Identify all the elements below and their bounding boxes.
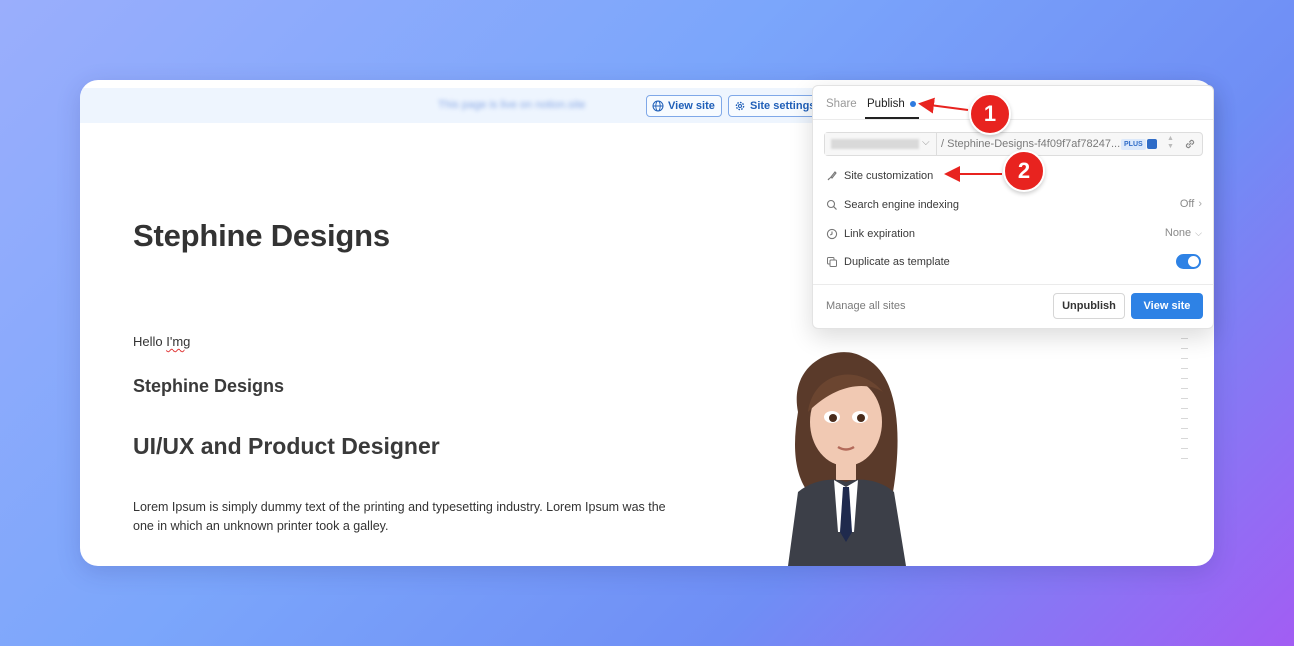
stepper-icon[interactable]: ▲ ▼ — [1167, 135, 1174, 151]
url-slug: / Stephine-Designs-f4f09f7af78247... — [941, 138, 1121, 150]
site-settings-label: Site settings — [750, 100, 816, 112]
page-title: Stephine Designs — [133, 218, 390, 253]
duplicate-template-row[interactable]: Duplicate as template — [826, 253, 1202, 271]
domain-selector[interactable]: ⌵ — [825, 133, 937, 155]
role-heading: UI/UX and Product Designer — [133, 433, 440, 459]
tab-publish[interactable]: Publish — [867, 98, 905, 110]
chevron-down-icon: ⌵ — [1195, 227, 1202, 238]
duplicate-template-label: Duplicate as template — [844, 256, 950, 268]
link-expiration-row[interactable]: Link expiration None ⌵ — [826, 225, 1202, 243]
view-site-label: View site — [668, 100, 715, 112]
redacted-domain — [831, 139, 919, 149]
external-link-icon[interactable] — [1147, 139, 1157, 149]
body-paragraph: Lorem Ipsum is simply dummy text of the … — [133, 500, 666, 533]
search-indexing-label: Search engine indexing — [844, 199, 959, 211]
clock-icon — [826, 228, 838, 240]
chevron-down-icon: ⌵ — [922, 137, 930, 148]
globe-icon — [652, 100, 664, 112]
hello-prefix: Hello — [133, 334, 167, 349]
duplicate-template-toggle[interactable] — [1176, 254, 1201, 269]
callout-step-2: 2 — [1003, 150, 1045, 192]
callout-step-1: 1 — [969, 93, 1011, 135]
publish-notice: This page is live on notion.site — [438, 99, 586, 111]
publish-panel: Share Publish ⌵ / Stephine-Designs-f4f09… — [812, 85, 1214, 329]
avatar-illustration — [788, 352, 906, 566]
tab-share[interactable]: Share — [826, 98, 857, 110]
panel-footer-divider — [813, 284, 1213, 285]
plus-badge: PLUS — [1121, 139, 1146, 150]
scroll-ticks — [1181, 338, 1191, 468]
hello-line: Hello I'mg — [133, 334, 190, 349]
gear-icon — [735, 101, 745, 111]
link-expiration-value: None ⌵ — [1164, 227, 1202, 239]
unpublish-button[interactable]: Unpublish — [1053, 293, 1125, 319]
copy-link-icon[interactable] — [1183, 137, 1197, 151]
search-indexing-row[interactable]: Search engine indexing Off › — [826, 196, 1202, 214]
published-status-dot — [910, 101, 916, 107]
search-indexing-value: Off › — [1179, 198, 1202, 210]
manage-all-sites-link[interactable]: Manage all sites — [826, 300, 906, 312]
subtitle: Stephine Designs — [133, 376, 285, 396]
site-customization-label: Site customization — [844, 170, 934, 182]
site-settings-button[interactable]: Site settings — [728, 95, 823, 117]
view-site-topbar-button[interactable]: View site — [646, 95, 722, 117]
brush-icon — [827, 171, 837, 181]
search-icon — [826, 199, 837, 210]
duplicate-icon — [827, 257, 837, 267]
link-expiration-label: Link expiration — [844, 228, 915, 240]
active-tab-underline — [865, 117, 919, 119]
view-site-button[interactable]: View site — [1131, 293, 1203, 319]
misspelled-word: I'mg — [166, 334, 191, 349]
chevron-right-icon: › — [1198, 198, 1202, 210]
panel-tabs: Share Publish — [813, 86, 1213, 120]
